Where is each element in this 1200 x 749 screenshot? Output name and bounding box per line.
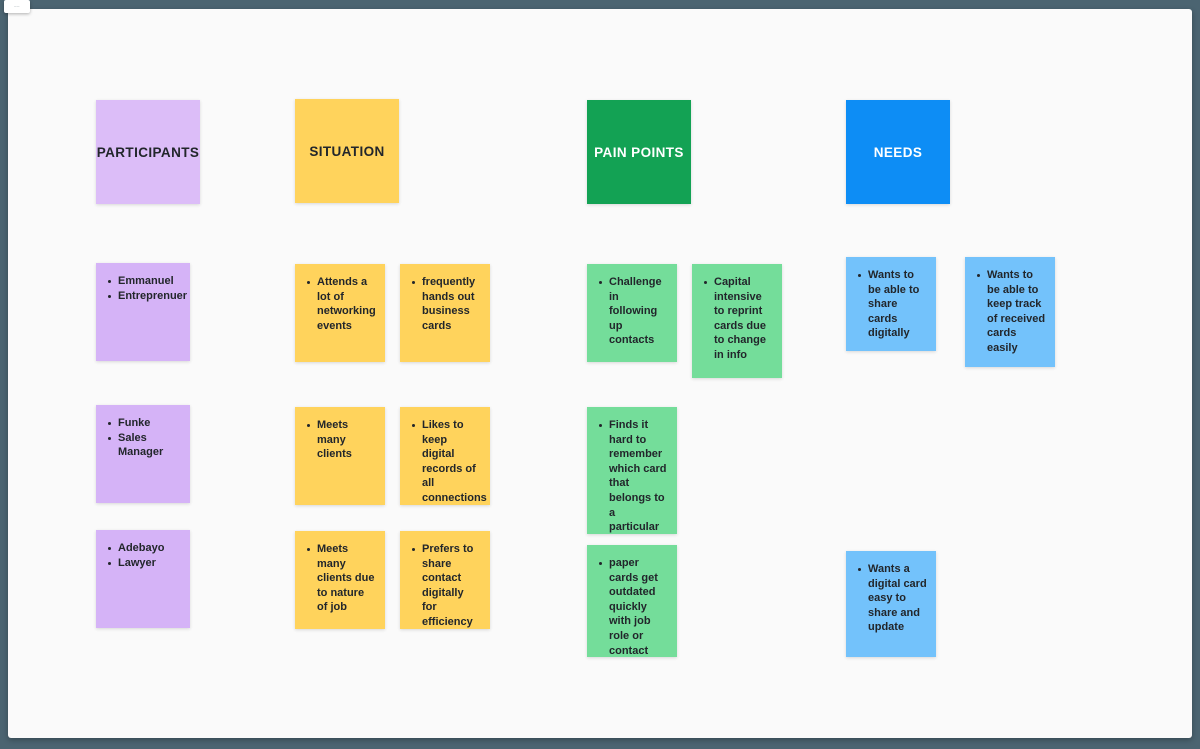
sticky-note-needs-3[interactable]: Wants a digital card easy to share and u… bbox=[846, 551, 936, 657]
note-bullet-list: Wants to be able to share cards digitall… bbox=[856, 268, 927, 341]
column-header-label: NEEDS bbox=[873, 144, 923, 160]
column-header-label: PARTICIPANTS bbox=[96, 144, 200, 160]
sticky-note-situation-2[interactable]: frequently hands out business cards bbox=[400, 264, 490, 362]
note-bullet-list: Meets many clients due to nature of job bbox=[305, 542, 376, 615]
column-header-label: SITUATION bbox=[309, 143, 385, 159]
note-bullet-list: Finds it hard to remember which card tha… bbox=[597, 418, 668, 534]
sticky-note-pain-points-2[interactable]: Capital intensive to reprint cards due t… bbox=[692, 264, 782, 378]
sticky-note-participants-1[interactable]: Emmanuel Entreprenuer bbox=[96, 263, 190, 361]
note-bullet-list: Wants to be able to keep track of receiv… bbox=[975, 268, 1046, 356]
list-item: Wants a digital card easy to share and u… bbox=[856, 562, 927, 635]
note-bullet-list: Emmanuel Entreprenuer bbox=[106, 274, 187, 304]
column-header-participants[interactable]: PARTICIPANTS bbox=[96, 100, 200, 204]
list-item: frequently hands out business cards bbox=[410, 275, 481, 333]
note-bullet-list: Attends a lot of networking events bbox=[305, 275, 376, 333]
column-header-needs[interactable]: NEEDS bbox=[846, 100, 950, 204]
sticky-note-participants-2[interactable]: Funke Sales Manager bbox=[96, 405, 190, 503]
sticky-note-situation-5[interactable]: Meets many clients due to nature of job bbox=[295, 531, 385, 629]
note-bullet-list: Meets many clients bbox=[305, 418, 376, 462]
board-canvas[interactable]: PARTICIPANTS Emmanuel Entreprenuer Funke… bbox=[8, 9, 1192, 738]
list-item: Emmanuel bbox=[106, 274, 181, 289]
list-item: Capital intensive to reprint cards due t… bbox=[702, 275, 773, 363]
note-bullet-list: paper cards get outdated quickly with jo… bbox=[597, 556, 668, 657]
floating-toolbar-label: ····· bbox=[14, 4, 20, 9]
note-bullet-list: Prefers to share contact digitally for e… bbox=[410, 542, 481, 629]
sticky-note-pain-points-1[interactable]: Challenge in following up contacts bbox=[587, 264, 677, 362]
list-item: Meets many clients due to nature of job bbox=[305, 542, 376, 615]
column-header-label: PAIN POINTS bbox=[594, 144, 684, 160]
sticky-note-pain-points-3[interactable]: Finds it hard to remember which card tha… bbox=[587, 407, 677, 534]
sticky-note-situation-6[interactable]: Prefers to share contact digitally for e… bbox=[400, 531, 490, 629]
list-item: Meets many clients bbox=[305, 418, 376, 462]
floating-toolbar[interactable]: ····· bbox=[4, 0, 30, 13]
note-bullet-list: Wants a digital card easy to share and u… bbox=[856, 562, 927, 635]
note-bullet-list: Likes to keep digital records of all con… bbox=[410, 418, 487, 505]
note-bullet-list: Adebayo Lawyer bbox=[106, 541, 181, 570]
column-header-situation[interactable]: SITUATION bbox=[295, 99, 399, 203]
list-item: Lawyer bbox=[106, 556, 181, 571]
sticky-note-needs-1[interactable]: Wants to be able to share cards digitall… bbox=[846, 257, 936, 351]
sticky-note-situation-4[interactable]: Likes to keep digital records of all con… bbox=[400, 407, 490, 505]
list-item: Wants to be able to share cards digitall… bbox=[856, 268, 927, 341]
list-item: Likes to keep digital records of all con… bbox=[410, 418, 487, 505]
sticky-note-participants-3[interactable]: Adebayo Lawyer bbox=[96, 530, 190, 628]
list-item: Attends a lot of networking events bbox=[305, 275, 376, 333]
list-item: Funke bbox=[106, 416, 181, 431]
list-item: Prefers to share contact digitally for e… bbox=[410, 542, 481, 629]
note-bullet-list: frequently hands out business cards bbox=[410, 275, 481, 333]
note-bullet-list: Capital intensive to reprint cards due t… bbox=[702, 275, 773, 363]
note-bullet-list: Challenge in following up contacts bbox=[597, 275, 668, 348]
note-bullet-list: Funke Sales Manager bbox=[106, 416, 181, 460]
list-item: Wants to be able to keep track of receiv… bbox=[975, 268, 1046, 356]
list-item: Challenge in following up contacts bbox=[597, 275, 668, 348]
list-item: Entreprenuer bbox=[106, 289, 187, 304]
sticky-note-pain-points-4[interactable]: paper cards get outdated quickly with jo… bbox=[587, 545, 677, 657]
list-item: Finds it hard to remember which card tha… bbox=[597, 418, 668, 534]
sticky-note-situation-1[interactable]: Attends a lot of networking events bbox=[295, 264, 385, 362]
list-item: Sales Manager bbox=[106, 431, 181, 460]
sticky-note-needs-2[interactable]: Wants to be able to keep track of receiv… bbox=[965, 257, 1055, 367]
sticky-note-situation-3[interactable]: Meets many clients bbox=[295, 407, 385, 505]
list-item: paper cards get outdated quickly with jo… bbox=[597, 556, 668, 657]
column-header-pain-points[interactable]: PAIN POINTS bbox=[587, 100, 691, 204]
list-item: Adebayo bbox=[106, 541, 181, 556]
